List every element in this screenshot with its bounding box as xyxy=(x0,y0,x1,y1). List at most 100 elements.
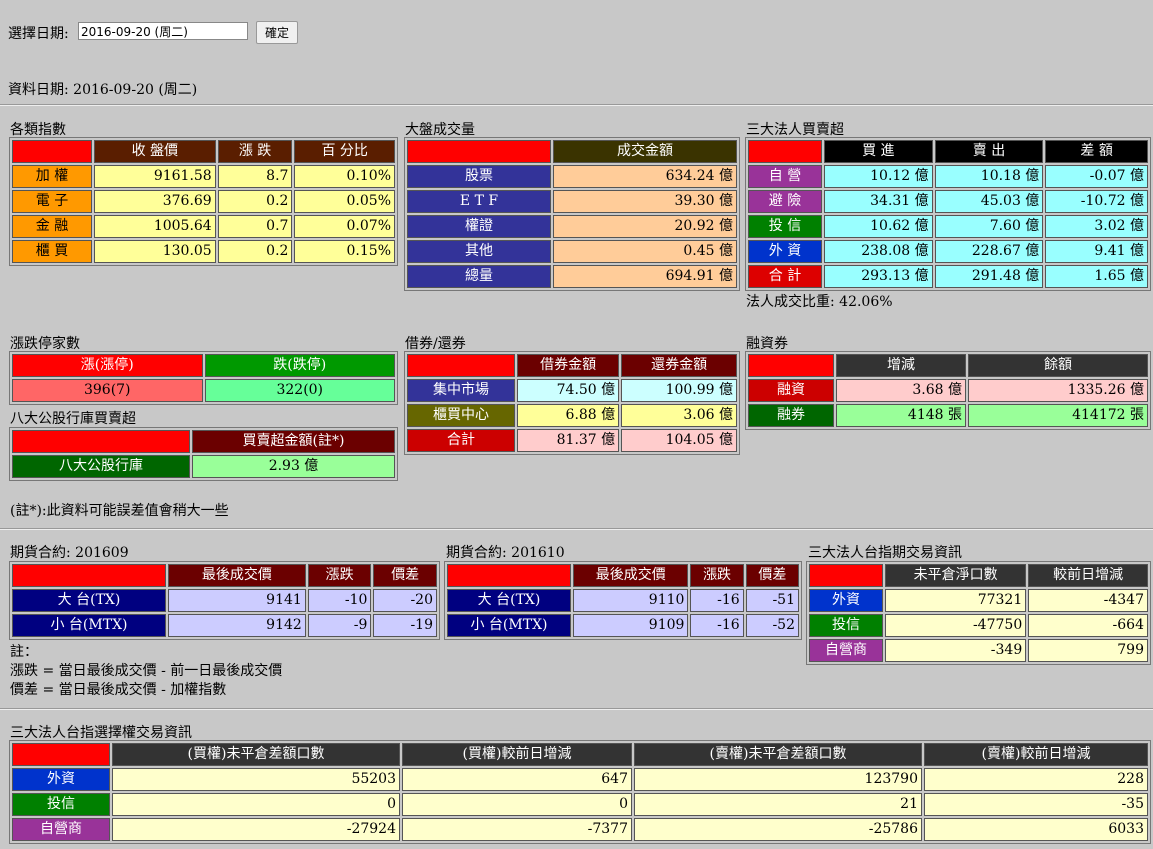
header-percent: 百 分比 xyxy=(294,140,395,163)
change-value: 0.7 xyxy=(217,215,293,238)
table-row: 投 信 10.62 億 7.60 億 3.02 億 xyxy=(748,215,1148,238)
borrow-value: 81.37 億 xyxy=(517,429,620,452)
header-call-change: (買權)較前日增減 xyxy=(402,743,632,766)
table-row: 八大公股行庫 2.93 億 xyxy=(12,455,395,478)
buy-value: 10.12 億 xyxy=(824,165,933,188)
table-row: 櫃 買 130.05 0.2 0.15% xyxy=(12,240,395,263)
index-title: 各類指數 xyxy=(10,122,66,138)
table-row: 自營商 -27924 -7377 -25786 6033 xyxy=(12,818,1148,841)
header-change: 漲跌 xyxy=(307,564,372,587)
table-row: 小 台(MTX) 9142 -9 -19 xyxy=(12,614,437,637)
close-value: 130.05 xyxy=(94,240,216,263)
date-input[interactable] xyxy=(78,22,248,40)
return-value: 3.06 億 xyxy=(621,404,737,427)
row-name: 融資 xyxy=(748,379,834,402)
row-name: 避 險 xyxy=(748,190,822,213)
margin-table: 增減 餘額 融資 3.68 億 1335.26 億 融券 4148 張 414172 張 xyxy=(745,351,1151,430)
table-row: 外資 55203 647 123790 228 xyxy=(12,768,1148,791)
table-row: 其他 0.45 億 xyxy=(407,240,737,263)
header-put-change: (賣權)較前日增減 xyxy=(924,743,1148,766)
header-sell: 賣 出 xyxy=(934,140,1044,163)
row-name: 櫃 買 xyxy=(12,240,92,263)
change-value: -4347 xyxy=(1028,589,1148,612)
amount-value: 39.30 億 xyxy=(553,190,737,213)
put-change-value: 228 xyxy=(924,768,1148,791)
table-row: 融資 3.68 億 1335.26 億 xyxy=(748,379,1148,402)
buy-value: 34.31 億 xyxy=(824,190,933,213)
percent-value: 0.07% xyxy=(294,215,395,238)
fut2-title: 期貨合約: 201610 xyxy=(446,545,565,561)
table-row: 396(7) 322(0) xyxy=(12,379,395,402)
table-row: 加 權 9161.58 8.7 0.10% xyxy=(12,165,395,188)
change-value: 0.2 xyxy=(217,190,293,213)
notes-line-3: 價差 = 當日最後成交價 - 加權指數 xyxy=(10,682,227,698)
eight-title: 八大公股行庫買賣超 xyxy=(10,411,136,427)
header-change: 漲跌 xyxy=(690,564,744,587)
up-value: 396(7) xyxy=(12,379,203,402)
header-cell xyxy=(748,354,834,377)
close-value: 376.69 xyxy=(94,190,216,213)
futinst-title: 三大法人台指期交易資訊 xyxy=(808,545,962,561)
table-row: 金 融 1005.64 0.7 0.07% xyxy=(12,215,395,238)
header-borrow: 借券金額 xyxy=(517,354,620,377)
table-row: 電 子 376.69 0.2 0.05% xyxy=(12,190,395,213)
buy-value: 238.08 億 xyxy=(824,240,933,263)
row-name: 股票 xyxy=(407,165,551,188)
amount-value: 20.92 億 xyxy=(553,215,737,238)
header-cell xyxy=(809,564,883,587)
header-spread: 價差 xyxy=(745,564,799,587)
header-cell xyxy=(407,354,515,377)
row-name: 外資 xyxy=(12,768,110,791)
sell-value: 7.60 億 xyxy=(934,215,1044,238)
balance-value: 1335.26 億 xyxy=(968,379,1148,402)
row-name: 權證 xyxy=(407,215,551,238)
inst-ratio: 法人成交比重: 42.06% xyxy=(746,294,893,310)
amount-value: 694.91 億 xyxy=(553,265,737,288)
return-value: 104.05 億 xyxy=(621,429,737,452)
eight-table: 買賣超金額(註*) 八大公股行庫 2.93 億 xyxy=(9,427,398,481)
table-row: 櫃買中心 6.88 億 3.06 億 xyxy=(407,404,737,427)
divider xyxy=(0,528,1153,530)
sell-value: 291.48 億 xyxy=(934,265,1044,288)
put-change-value: -35 xyxy=(924,793,1148,816)
amount-value: 2.93 億 xyxy=(192,455,395,478)
divider xyxy=(0,708,1153,710)
limit-table: 漲(漲停) 跌(跌停) 396(7) 322(0) xyxy=(9,351,398,405)
header-price: 最後成交價 xyxy=(168,564,306,587)
row-name: 小 台(MTX) xyxy=(447,614,571,637)
change-value: 3.68 億 xyxy=(836,379,966,402)
header-oi: 未平倉淨口數 xyxy=(885,564,1027,587)
spread-value: -52 xyxy=(745,614,799,637)
spread-value: -51 xyxy=(745,589,799,612)
table-row: 投信 -47750 -664 xyxy=(809,614,1148,637)
header-cell xyxy=(447,564,571,587)
diff-value: -0.07 億 xyxy=(1045,165,1148,188)
return-value: 100.99 億 xyxy=(621,379,737,402)
down-header: 跌(跌停) xyxy=(204,354,395,377)
volume-table: 成交金額 股票 634.24 億 E T F 39.30 億 權證 20.92 億 其… xyxy=(404,137,740,291)
call-change-value: 0 xyxy=(402,793,632,816)
borrow-value: 6.88 億 xyxy=(517,404,620,427)
header-cell xyxy=(12,140,92,163)
percent-value: 0.10% xyxy=(294,165,395,188)
table-row: 大 台(TX) 9141 -10 -20 xyxy=(12,589,437,612)
diff-value: -10.72 億 xyxy=(1045,190,1148,213)
inst-table: 買 進 賣 出 差 額 自 營 10.12 億 10.18 億 -0.07 億 避 險… xyxy=(745,137,1151,291)
table-row: 股票 634.24 億 xyxy=(407,165,737,188)
header-diff: 差 額 xyxy=(1045,140,1148,163)
spread-value: -19 xyxy=(373,614,437,637)
put-oi-value: 21 xyxy=(634,793,922,816)
row-name: 自 營 xyxy=(748,165,822,188)
row-name: 合計 xyxy=(407,429,515,452)
table-row: 小 台(MTX) 9109 -16 -52 xyxy=(447,614,799,637)
call-change-value: -7377 xyxy=(402,818,632,841)
call-oi-value: 55203 xyxy=(112,768,400,791)
confirm-button[interactable]: 確定 xyxy=(256,21,298,44)
change-value: 8.7 xyxy=(217,165,293,188)
header-close: 收 盤價 xyxy=(94,140,216,163)
row-name: 大 台(TX) xyxy=(447,589,571,612)
balance-value: 414172 張 xyxy=(968,404,1148,427)
close-value: 9161.58 xyxy=(94,165,216,188)
notes-line-1: 註： xyxy=(10,644,38,660)
price-value: 9110 xyxy=(573,589,689,612)
